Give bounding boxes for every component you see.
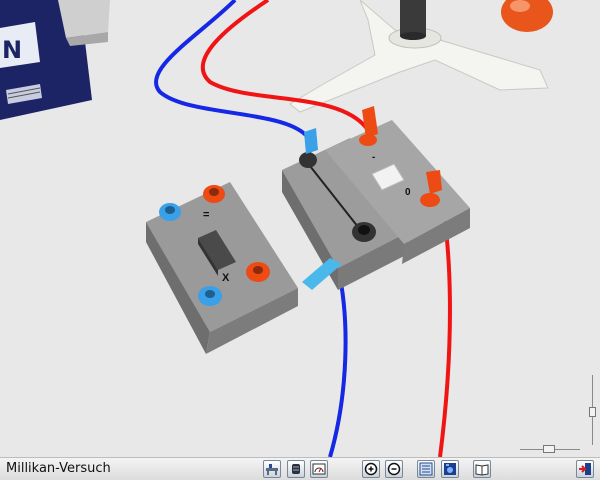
left-switch-mark-top: = [203, 209, 209, 221]
horizontal-slider-thumb[interactable] [543, 445, 555, 453]
panel-icon [419, 462, 433, 476]
panel-button[interactable] [417, 460, 435, 478]
vertical-zoom-slider[interactable] [589, 375, 596, 445]
scene-drawing: N = X - 0 [0, 0, 600, 457]
cylinder-icon [292, 464, 300, 474]
zoom-in-button[interactable] [362, 460, 380, 478]
camera-button[interactable] [441, 460, 459, 478]
right-switch-mark-top: - [372, 152, 375, 163]
meter-button[interactable] [310, 460, 328, 478]
horizontal-rotate-slider[interactable] [520, 445, 580, 453]
zoom-out-icon [387, 462, 401, 476]
exit-button[interactable] [576, 460, 594, 478]
workbench-icon [266, 464, 278, 475]
status-bar: Millikan-Versuch [0, 457, 600, 480]
left-switch-mark-bottom: X [222, 272, 230, 284]
vertical-slider-thumb[interactable] [589, 407, 596, 417]
workbench-button[interactable] [263, 460, 281, 478]
book-button[interactable] [473, 460, 491, 478]
app-title: Millikan-Versuch [6, 461, 111, 476]
svg-text:N: N [2, 36, 22, 64]
exit-icon [579, 463, 591, 475]
meter-icon [312, 463, 326, 475]
cylinder-button[interactable] [287, 460, 305, 478]
book-icon [475, 464, 489, 476]
right-switch-mark-bottom: 0 [405, 187, 411, 198]
camera-icon [444, 463, 456, 475]
3d-scene[interactable]: N = X - 0 [0, 0, 600, 457]
zoom-in-icon [364, 462, 378, 476]
zoom-out-button[interactable] [385, 460, 403, 478]
